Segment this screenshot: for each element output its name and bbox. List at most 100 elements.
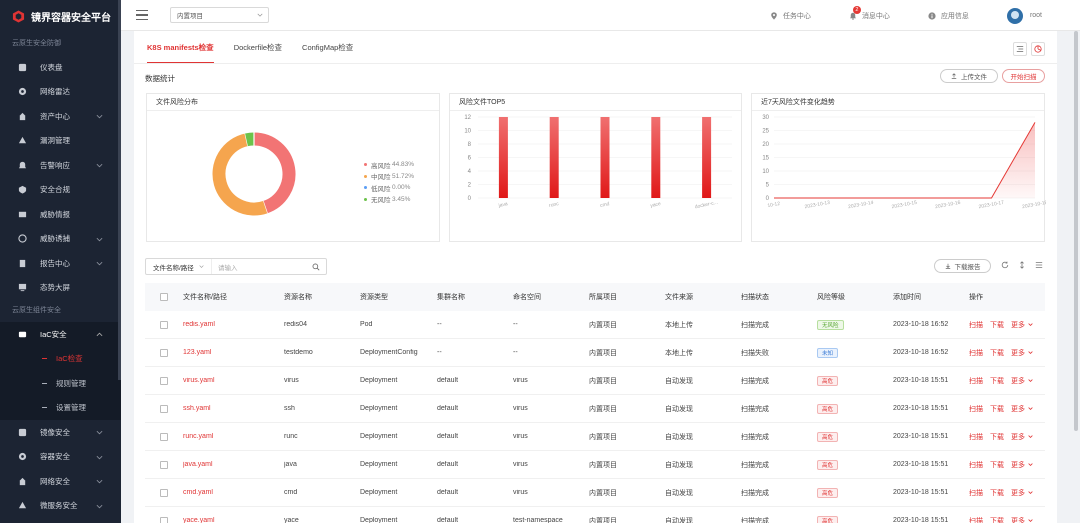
- table-row[interactable]: cmd.yaml cmd Deployment default virus 内置项目 自动发…: [145, 479, 1045, 507]
- scan-action[interactable]: 扫描: [969, 490, 983, 497]
- trend-line[interactable]: [774, 122, 1036, 199]
- tab-dockerfile[interactable]: Dockerfile检查: [234, 42, 282, 63]
- scan-action[interactable]: 扫描: [969, 322, 983, 329]
- scan-action[interactable]: 扫描: [969, 406, 983, 413]
- file-name-link[interactable]: cmd.yaml: [183, 489, 284, 496]
- app-info-link[interactable]: 应用信息: [928, 11, 969, 21]
- sidebar-scrollbar[interactable]: [118, 0, 121, 380]
- row-checkbox[interactable]: [160, 376, 168, 385]
- search-field-select[interactable]: 文件名称/路径: [146, 259, 212, 274]
- scan-action[interactable]: 扫描: [969, 378, 983, 385]
- donut-slice[interactable]: [253, 132, 296, 214]
- legend-item[interactable]: 中风险 51.72%: [364, 171, 414, 183]
- sidebar-item-a-3[interactable]: 漏洞管理: [0, 129, 121, 154]
- sidebar-item-b-2[interactable]: 网络安全: [0, 469, 121, 494]
- upload-button[interactable]: 上传文件: [940, 69, 998, 83]
- tab-k8s-manifests[interactable]: K8S manifests检查: [147, 42, 214, 63]
- file-name-link[interactable]: ssh.yaml: [183, 405, 284, 412]
- table-row[interactable]: virus.yaml virus Deployment default virus 内置项…: [145, 367, 1045, 395]
- download-action[interactable]: 下载: [990, 462, 1004, 469]
- sidebar-item-b-3[interactable]: 微服务安全: [0, 494, 121, 519]
- bar[interactable]: [702, 117, 712, 198]
- scan-action[interactable]: 扫描: [969, 518, 983, 523]
- sidebar-subitem-rules[interactable]: 规则管理: [0, 371, 121, 396]
- more-action[interactable]: 更多: [1011, 406, 1033, 413]
- more-action[interactable]: 更多: [1011, 350, 1033, 357]
- table-row[interactable]: runc.yaml runc Deployment default virus 内置项目 自…: [145, 423, 1045, 451]
- row-checkbox[interactable]: [160, 460, 168, 469]
- row-checkbox[interactable]: [160, 404, 168, 413]
- more-action[interactable]: 更多: [1011, 434, 1033, 441]
- file-name-link[interactable]: virus.yaml: [183, 377, 284, 384]
- donut-slice[interactable]: [212, 133, 268, 216]
- sidebar-item-b-0[interactable]: 镜像安全: [0, 420, 121, 445]
- more-action[interactable]: 更多: [1011, 490, 1033, 497]
- file-name-link[interactable]: redis.yaml: [183, 321, 284, 328]
- sidebar-item-a-7[interactable]: 威胁诱捕: [0, 227, 121, 252]
- search-icon[interactable]: [312, 263, 320, 271]
- download-action[interactable]: 下载: [990, 406, 1004, 413]
- bar[interactable]: [498, 117, 508, 198]
- task-center-link[interactable]: 任务中心: [770, 11, 811, 21]
- sidebar-item-a-1[interactable]: 网络雷达: [0, 80, 121, 105]
- start-scan-button[interactable]: 开始扫描: [1002, 69, 1045, 83]
- more-action[interactable]: 更多: [1011, 322, 1033, 329]
- list-view-button[interactable]: [1013, 42, 1027, 56]
- refresh-icon[interactable]: [1001, 261, 1009, 269]
- select-all-checkbox[interactable]: [160, 293, 168, 301]
- chart-view-button[interactable]: [1031, 42, 1045, 56]
- donut-slice[interactable]: [245, 132, 255, 147]
- sidebar-item-a-4[interactable]: 告警响应: [0, 153, 121, 178]
- brand[interactable]: 镜界容器安全平台: [0, 0, 121, 33]
- project-select[interactable]: 内置项目: [170, 7, 269, 23]
- row-checkbox[interactable]: [160, 488, 168, 497]
- bar[interactable]: [549, 117, 559, 198]
- sidebar-subitem-settings[interactable]: 设置管理: [0, 395, 121, 420]
- download-action[interactable]: 下载: [990, 490, 1004, 497]
- scan-action[interactable]: 扫描: [969, 350, 983, 357]
- download-action[interactable]: 下载: [990, 378, 1004, 385]
- download-action[interactable]: 下载: [990, 518, 1004, 523]
- download-action[interactable]: 下载: [990, 434, 1004, 441]
- row-checkbox[interactable]: [160, 320, 168, 329]
- sidebar-item-a-2[interactable]: 资产中心: [0, 104, 121, 129]
- more-action[interactable]: 更多: [1011, 462, 1033, 469]
- search-input[interactable]: 请输入: [212, 259, 326, 274]
- download-action[interactable]: 下载: [990, 350, 1004, 357]
- column-height-icon[interactable]: [1018, 261, 1026, 269]
- table-row[interactable]: java.yaml java Deployment default virus 内置项目 自…: [145, 451, 1045, 479]
- menu-toggle-icon[interactable]: [136, 10, 148, 20]
- scrollbar-thumb[interactable]: [1074, 31, 1078, 431]
- sidebar-item-a-5[interactable]: 安全合规: [0, 178, 121, 203]
- download-report-button[interactable]: 下载报告: [934, 259, 991, 273]
- page-scrollbar[interactable]: [1072, 31, 1080, 523]
- row-checkbox[interactable]: [160, 432, 168, 441]
- file-name-link[interactable]: java.yaml: [183, 461, 284, 468]
- bar[interactable]: [651, 117, 661, 198]
- download-action[interactable]: 下载: [990, 322, 1004, 329]
- scan-action[interactable]: 扫描: [969, 434, 983, 441]
- user-menu[interactable]: root: [1006, 7, 1042, 24]
- row-checkbox[interactable]: [160, 516, 168, 523]
- sidebar-item-a-8[interactable]: 报告中心: [0, 251, 121, 276]
- more-action[interactable]: 更多: [1011, 378, 1033, 385]
- message-center-link[interactable]: 2 消息中心: [849, 5, 890, 21]
- bar[interactable]: [600, 117, 610, 198]
- file-name-link[interactable]: runc.yaml: [183, 433, 284, 440]
- file-name-link[interactable]: yace.yaml: [183, 517, 284, 523]
- file-name-link[interactable]: 123.yaml: [183, 349, 284, 356]
- sidebar-item-a-9[interactable]: 态势大屏: [0, 276, 121, 301]
- sidebar-item-a-0[interactable]: 仪表盘: [0, 55, 121, 80]
- more-action[interactable]: 更多: [1011, 518, 1033, 523]
- row-checkbox[interactable]: [160, 348, 168, 357]
- legend-item[interactable]: 低风险 0.00%: [364, 182, 414, 194]
- table-row[interactable]: ssh.yaml ssh Deployment default virus 内置项目 自动发…: [145, 395, 1045, 423]
- legend-item[interactable]: 无风险 3.45%: [364, 194, 414, 206]
- sidebar-item-b-1[interactable]: 容器安全: [0, 445, 121, 470]
- table-row[interactable]: redis.yaml redis04 Pod -- -- 内置项目 本地上传 扫描完成 无风险 2…: [145, 311, 1045, 339]
- sidebar-subitem-iac-check[interactable]: IaC检查: [0, 346, 121, 371]
- legend-item[interactable]: 高风险 44.83%: [364, 159, 414, 171]
- tab-configmap[interactable]: ConfigMap检查: [302, 42, 353, 63]
- sidebar-item-iac[interactable]: IaC安全: [0, 322, 121, 347]
- settings-columns-icon[interactable]: [1035, 261, 1043, 269]
